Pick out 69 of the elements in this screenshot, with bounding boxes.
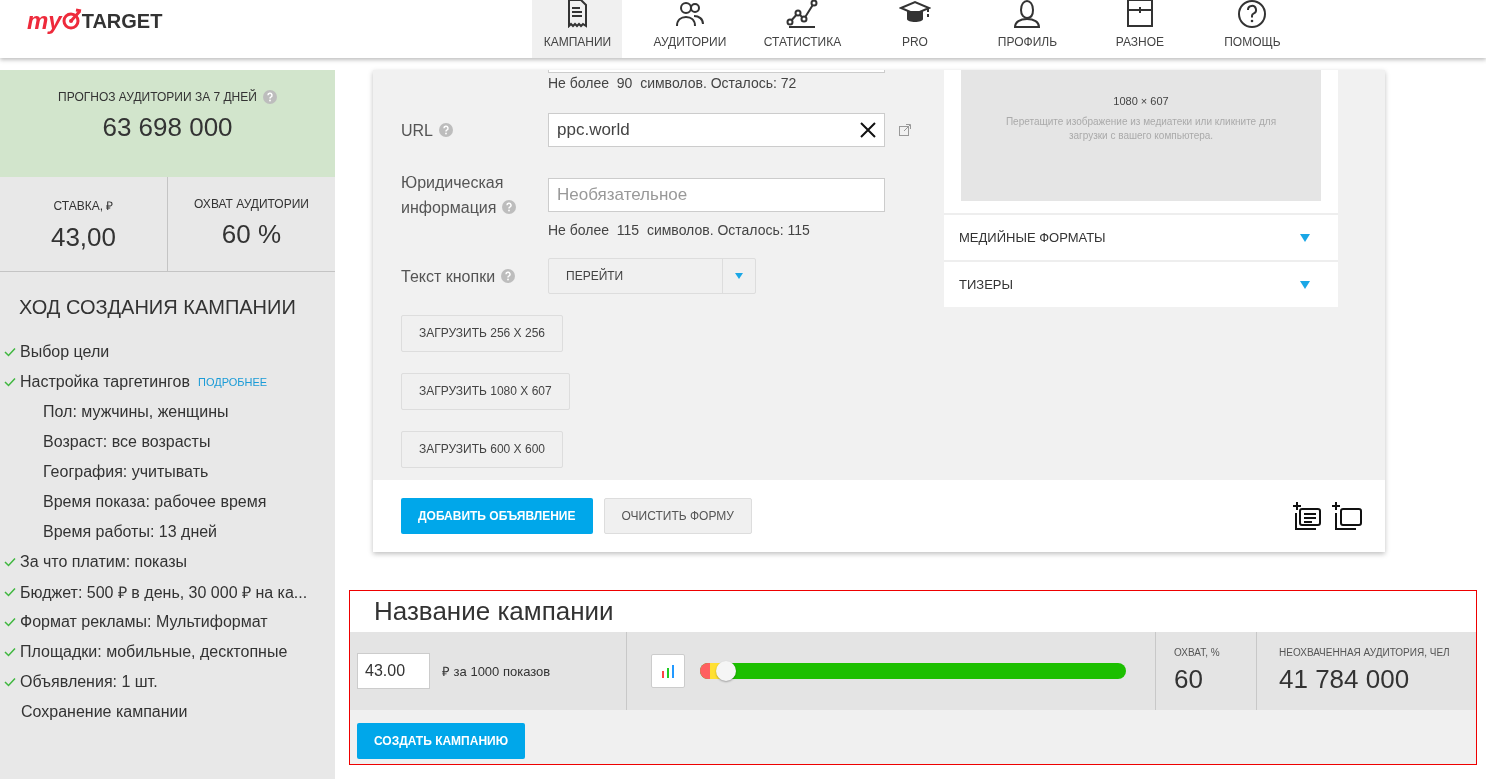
caret-down-icon	[1300, 280, 1310, 289]
help-icon	[262, 90, 277, 104]
upload-button[interactable]: ЗАГРУЗИТЬ 600 X 600	[401, 431, 563, 468]
chart-button[interactable]	[651, 654, 685, 688]
stat-label: ОХВАТ АУДИТОРИИ	[194, 197, 309, 211]
button-text-dropdown[interactable]: ПЕРЕЙТИ	[548, 258, 756, 294]
targeting-detail: Время работы: 13 дней	[43, 523, 218, 541]
external-link-icon	[899, 124, 911, 136]
progress-step: Выбор цели	[20, 343, 110, 361]
nav-tab[interactable]: ПРОФИЛЬ	[982, 0, 1073, 58]
nav-tab[interactable]: СТАТИСТИКА	[757, 0, 848, 58]
coverage-label: ОХВАТ, %	[1174, 647, 1220, 658]
add-text-card-icon	[1292, 501, 1324, 531]
bid-unit: ₽ за 1000 показов	[442, 663, 551, 680]
bid-field[interactable]: 43.00	[357, 653, 430, 689]
forecast-value: 63 698 000	[102, 112, 233, 143]
help-icon	[501, 268, 516, 283]
upload-button[interactable]: ЗАГРУЗИТЬ 256 X 256	[401, 315, 563, 352]
campaign-title: Название кампании	[373, 595, 615, 628]
logo-text: TARGET	[81, 9, 163, 33]
url-field[interactable]: ppc.world	[548, 113, 885, 147]
targeting-detail: Возраст: все возрасты	[43, 433, 211, 451]
field-hint: Не более 115 символов. Осталось: 115	[548, 222, 811, 238]
clear-form-button[interactable]: ОЧИСТИТЬ ФОРМУ	[603, 498, 752, 534]
input-field[interactable]	[548, 70, 885, 73]
caret-down-icon	[1300, 233, 1310, 242]
bar-chart-icon	[661, 664, 675, 678]
field-label: URL	[401, 121, 433, 139]
logo-text: my	[27, 7, 62, 35]
coverage-slider[interactable]	[700, 663, 1126, 679]
clear-icon	[860, 122, 876, 138]
progress-step: Настройка таргетингов	[20, 373, 190, 391]
field-hint: Не более 90 символов. Осталось: 72	[548, 75, 798, 91]
accordion-header[interactable]: ТИЗЕРЫ	[944, 260, 1338, 307]
image-size-label: 1080 × 607	[1113, 95, 1169, 107]
slider-thumb[interactable]	[715, 661, 736, 681]
unreached-label: НЕОХВАЧЕННАЯ АУДИТОРИЯ, ЧЕЛ	[1279, 647, 1450, 658]
coverage-value: 60	[1174, 664, 1203, 695]
progress-step: Объявления: 1 шт.	[20, 673, 158, 691]
progress-title: ХОД СОЗДАНИЯ КАМПАНИИ	[19, 296, 297, 319]
targeting-detail: География: учитывать	[43, 463, 209, 481]
nav-tab[interactable]: РАЗНОЕ	[1094, 0, 1185, 58]
progress-step: Сохранение кампании	[21, 703, 188, 721]
forecast-label: ПРОГНОЗ АУДИТОРИИ ЗА 7 ДНЕЙ	[58, 90, 257, 104]
stat-value: 60 %	[221, 219, 282, 250]
add-layers-icon	[1331, 501, 1363, 531]
nav-tab[interactable]: АУДИТОРИИ	[644, 0, 735, 58]
targeting-detail: Время показа: рабочее время	[43, 493, 267, 511]
nav-tab[interactable]: PRO	[869, 0, 960, 58]
stat-value: 43,00	[50, 222, 117, 253]
caret-icon	[735, 273, 743, 279]
targeting-detail: Пол: мужчины, женщины	[43, 403, 229, 421]
progress-step: Бюджет: 500 ₽ в день, 30 000 ₽ на ка...	[20, 581, 308, 603]
unreached-value: 41 784 000	[1279, 664, 1410, 695]
field-label: Юридическая информация	[401, 174, 504, 216]
help-icon	[502, 200, 517, 214]
help-icon	[439, 122, 453, 137]
help-icon	[1236, 0, 1269, 28]
people-icon	[673, 0, 706, 28]
accordion-header[interactable]: МЕДИЙНЫЕ ФОРМАТЫ	[944, 213, 1338, 260]
stat-label: СТАВКА, ₽	[53, 198, 114, 214]
input-field[interactable]: Необязательное	[548, 178, 885, 212]
progress-step: За что платим: показы	[20, 553, 187, 571]
progress-step: Формат рекламы: Мультиформат	[20, 613, 268, 631]
nav-tab[interactable]: ПОМОЩЬ	[1207, 0, 1298, 58]
nav-tab[interactable]: КАМПАНИИ	[532, 0, 623, 58]
field-label: Текст кнопки	[401, 267, 496, 285]
progress-step: Площадки: мобильные, десктопные	[20, 643, 288, 661]
upload-button[interactable]: ЗАГРУЗИТЬ 1080 X 607	[401, 373, 570, 410]
